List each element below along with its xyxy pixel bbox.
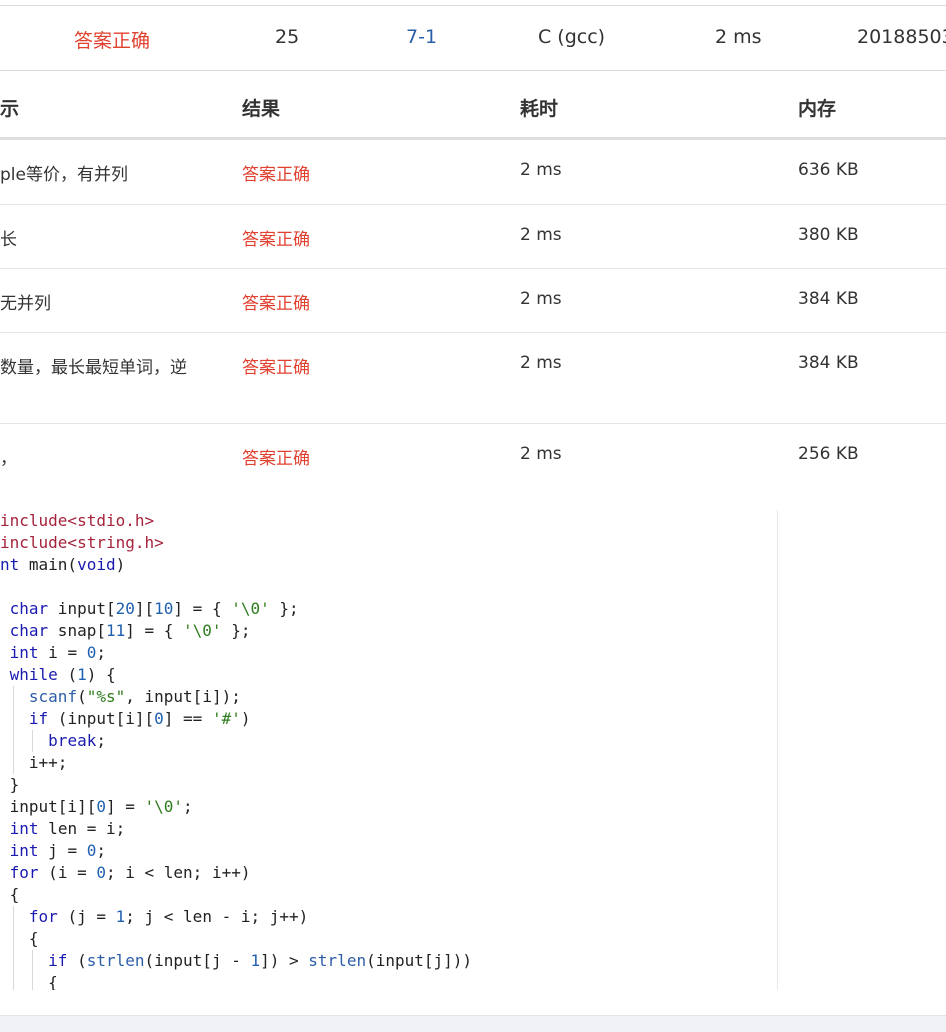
row-desc: 无并列 [0, 294, 51, 314]
table-row: 无并列 答案正确 2 ms 384 KB [0, 269, 946, 333]
indent-guide [12, 686, 14, 708]
row-result: 答案正确 [242, 449, 310, 469]
row-memory: 636 KB [798, 160, 859, 180]
code-line: break; [0, 730, 777, 752]
code-line: { [0, 885, 20, 904]
row-desc: 长 [0, 230, 17, 250]
code-line: for (j = 1; j < len - i; j++) [0, 906, 777, 928]
source-code-viewer[interactable]: include<stdio.h> include<string.h> nt main… [0, 510, 778, 990]
row-time: 2 ms [520, 444, 562, 464]
summary-user: 20188503 [857, 26, 946, 48]
code-line: } [0, 775, 20, 794]
indent-guide [12, 928, 14, 950]
header-time: 耗时 [520, 98, 559, 120]
summary-time: 2 ms [715, 26, 762, 48]
indent-guide [31, 972, 33, 990]
code-line: if (strlen(input[j - 1]) > strlen(input[… [0, 950, 777, 972]
code-line: char input[20][10] = { '\0' }; [9, 599, 299, 618]
row-result: 答案正确 [242, 230, 310, 250]
indent-guide [31, 730, 33, 752]
row-time: 2 ms [520, 353, 562, 373]
row-time: 2 ms [520, 225, 562, 245]
header-hint: 示 [0, 98, 20, 120]
row-memory: 256 KB [798, 444, 859, 464]
code-line: { [0, 928, 39, 950]
row-result: 答案正确 [242, 294, 310, 314]
indent-guide [12, 906, 14, 928]
code-line: nt main(void) [0, 555, 126, 574]
submission-summary-row: 答案正确 25 7-1 C (gcc) 2 ms 20188503 [0, 5, 946, 71]
summary-compiler: C (gcc) [538, 26, 606, 48]
row-memory: 384 KB [798, 289, 859, 309]
indent-guide [12, 708, 14, 730]
code-line: for (i = 0; i < len; i++) [9, 863, 251, 882]
code-line: int len = i; [9, 819, 126, 838]
code-line: int i = 0; [9, 643, 106, 662]
code-line: include<stdio.h> [0, 511, 155, 530]
row-desc: 数量，最长最短单词，逆 [0, 358, 187, 378]
code-line: scanf("%s", input[i]); [0, 686, 777, 708]
table-row: 数量，最长最短单词，逆 答案正确 2 ms 384 KB [0, 333, 946, 424]
row-desc: ple等价，有并列 [0, 165, 128, 185]
code-line: int j = 0; [9, 841, 106, 860]
row-time: 2 ms [520, 160, 562, 180]
table-row: 长 答案正确 2 ms 380 KB [0, 205, 946, 269]
code-line: { [0, 972, 777, 990]
indent-guide [31, 950, 33, 972]
indent-guide [12, 752, 14, 774]
row-result: 答案正确 [242, 358, 310, 378]
bottom-bar [0, 1015, 946, 1032]
row-result: 答案正确 [242, 165, 310, 185]
row-memory: 384 KB [798, 353, 859, 373]
code-line: if (input[i][0] == '#') [0, 708, 777, 730]
row-time: 2 ms [520, 289, 562, 309]
code-line: i++; [0, 752, 68, 774]
code-line: while (1) { [9, 665, 116, 684]
table-row: ple等价，有并列 答案正确 2 ms 636 KB [0, 140, 946, 205]
row-desc: ， [0, 449, 17, 469]
code-line: include<string.h> [0, 533, 164, 552]
indent-guide [12, 972, 14, 990]
table-row: ， 答案正确 2 ms 256 KB [0, 424, 946, 488]
indent-guide [12, 730, 14, 752]
header-result: 结果 [242, 98, 281, 120]
code-line: char snap[11] = { '\0' }; [9, 621, 251, 640]
code-line: input[i][0] = '\0'; [0, 797, 193, 816]
summary-problem-link[interactable]: 7-1 [406, 26, 437, 48]
summary-score: 25 [275, 26, 300, 48]
summary-result: 答案正确 [74, 30, 151, 52]
indent-guide [12, 950, 14, 972]
testcase-table-header: 示 结果 耗时 内存 [0, 70, 946, 140]
row-memory: 380 KB [798, 225, 859, 245]
header-memory: 内存 [798, 98, 837, 120]
